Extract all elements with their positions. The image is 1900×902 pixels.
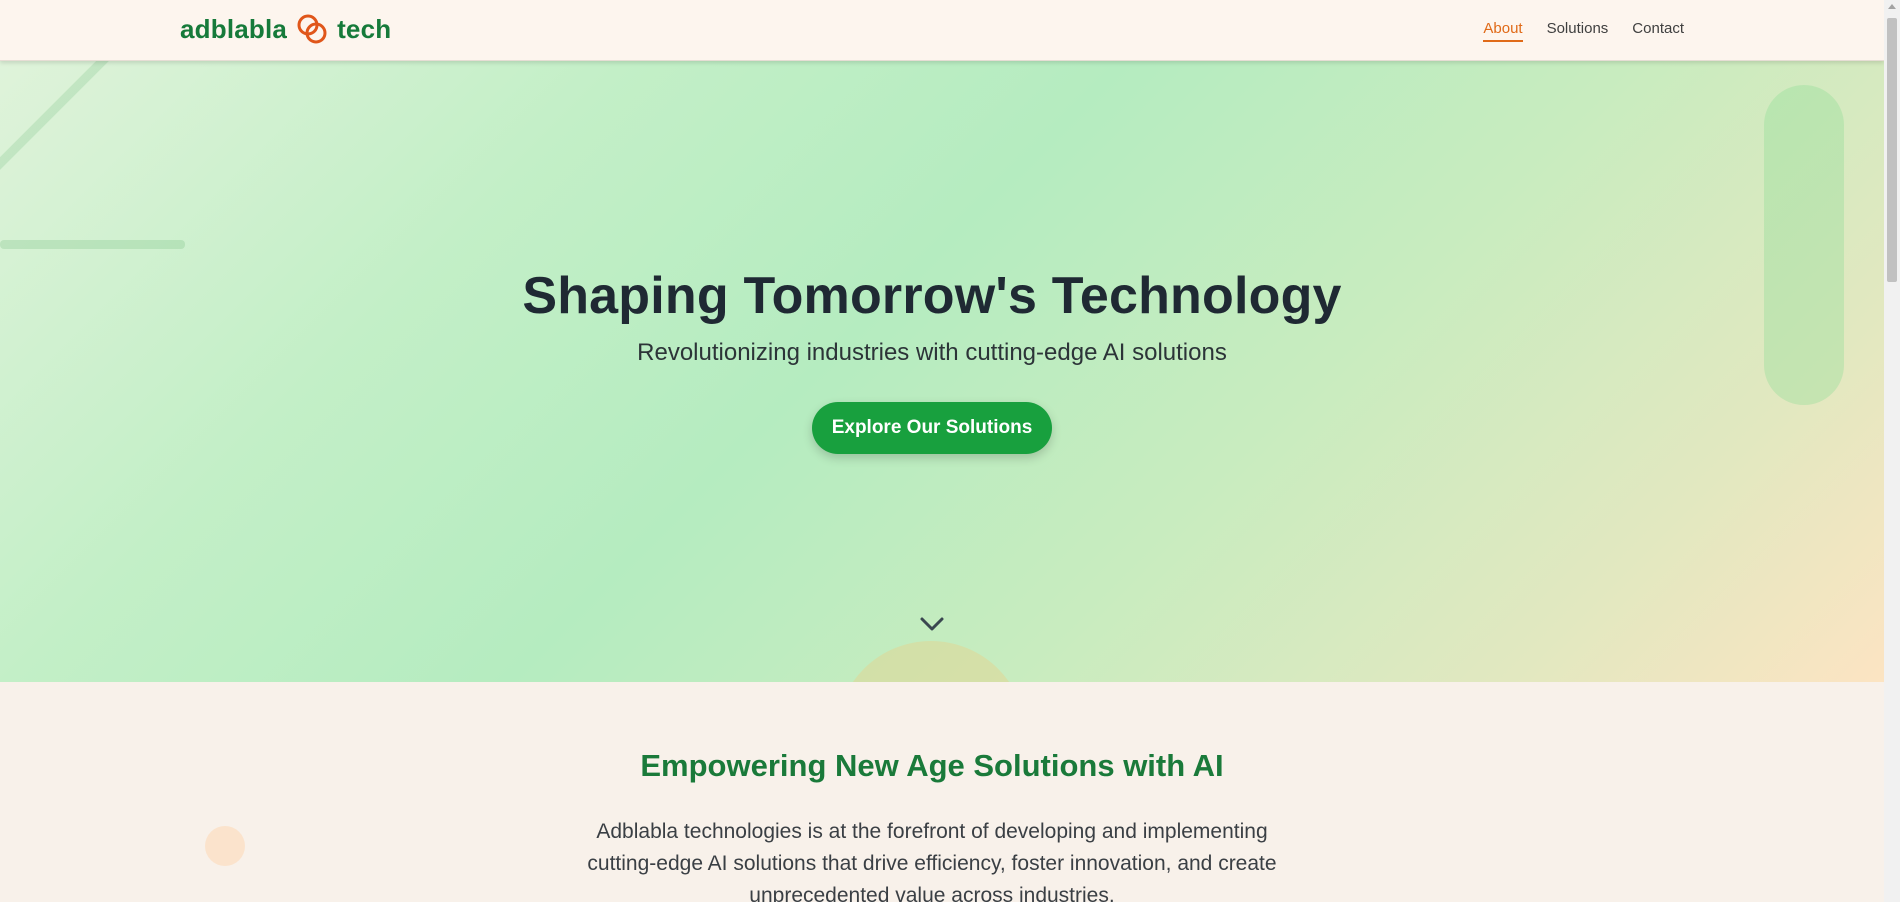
decorative-horizontal-line xyxy=(0,240,185,249)
nav-link-contact[interactable]: Contact xyxy=(1632,20,1684,42)
hero-section: Shaping Tomorrow's Technology Revolution… xyxy=(0,61,1884,682)
decorative-dot xyxy=(205,826,245,866)
hero-title: Shaping Tomorrow's Technology xyxy=(522,267,1342,325)
chevron-down-icon[interactable] xyxy=(919,616,945,632)
main-nav: About Solutions Contact xyxy=(1483,20,1684,42)
logo-text-right: tech xyxy=(337,13,392,44)
about-section: Empowering New Age Solutions with AI Adb… xyxy=(0,682,1884,902)
scrollbar-thumb[interactable] xyxy=(1887,18,1897,282)
site-logo[interactable]: adblabla tech xyxy=(180,12,391,46)
interlocked-rings-icon xyxy=(297,14,327,44)
nav-link-solutions[interactable]: Solutions xyxy=(1547,20,1609,42)
section-title: Empowering New Age Solutions with AI xyxy=(640,748,1224,783)
hero-subtitle: Revolutionizing industries with cutting-… xyxy=(637,339,1227,366)
explore-solutions-button[interactable]: Explore Our Solutions xyxy=(812,402,1052,454)
scroll-up-arrow-icon[interactable] xyxy=(1888,4,1896,9)
page-scrollbar[interactable] xyxy=(1884,0,1900,902)
section-body: Adblabla technologies is at the forefron… xyxy=(587,820,1277,902)
decorative-diagonal-line xyxy=(0,61,122,197)
site-header: adblabla tech About Solutions Contact xyxy=(0,0,1884,61)
logo-text-left: adblabla xyxy=(180,13,288,44)
nav-link-about[interactable]: About xyxy=(1483,20,1523,42)
decorative-circle xyxy=(836,641,1026,682)
